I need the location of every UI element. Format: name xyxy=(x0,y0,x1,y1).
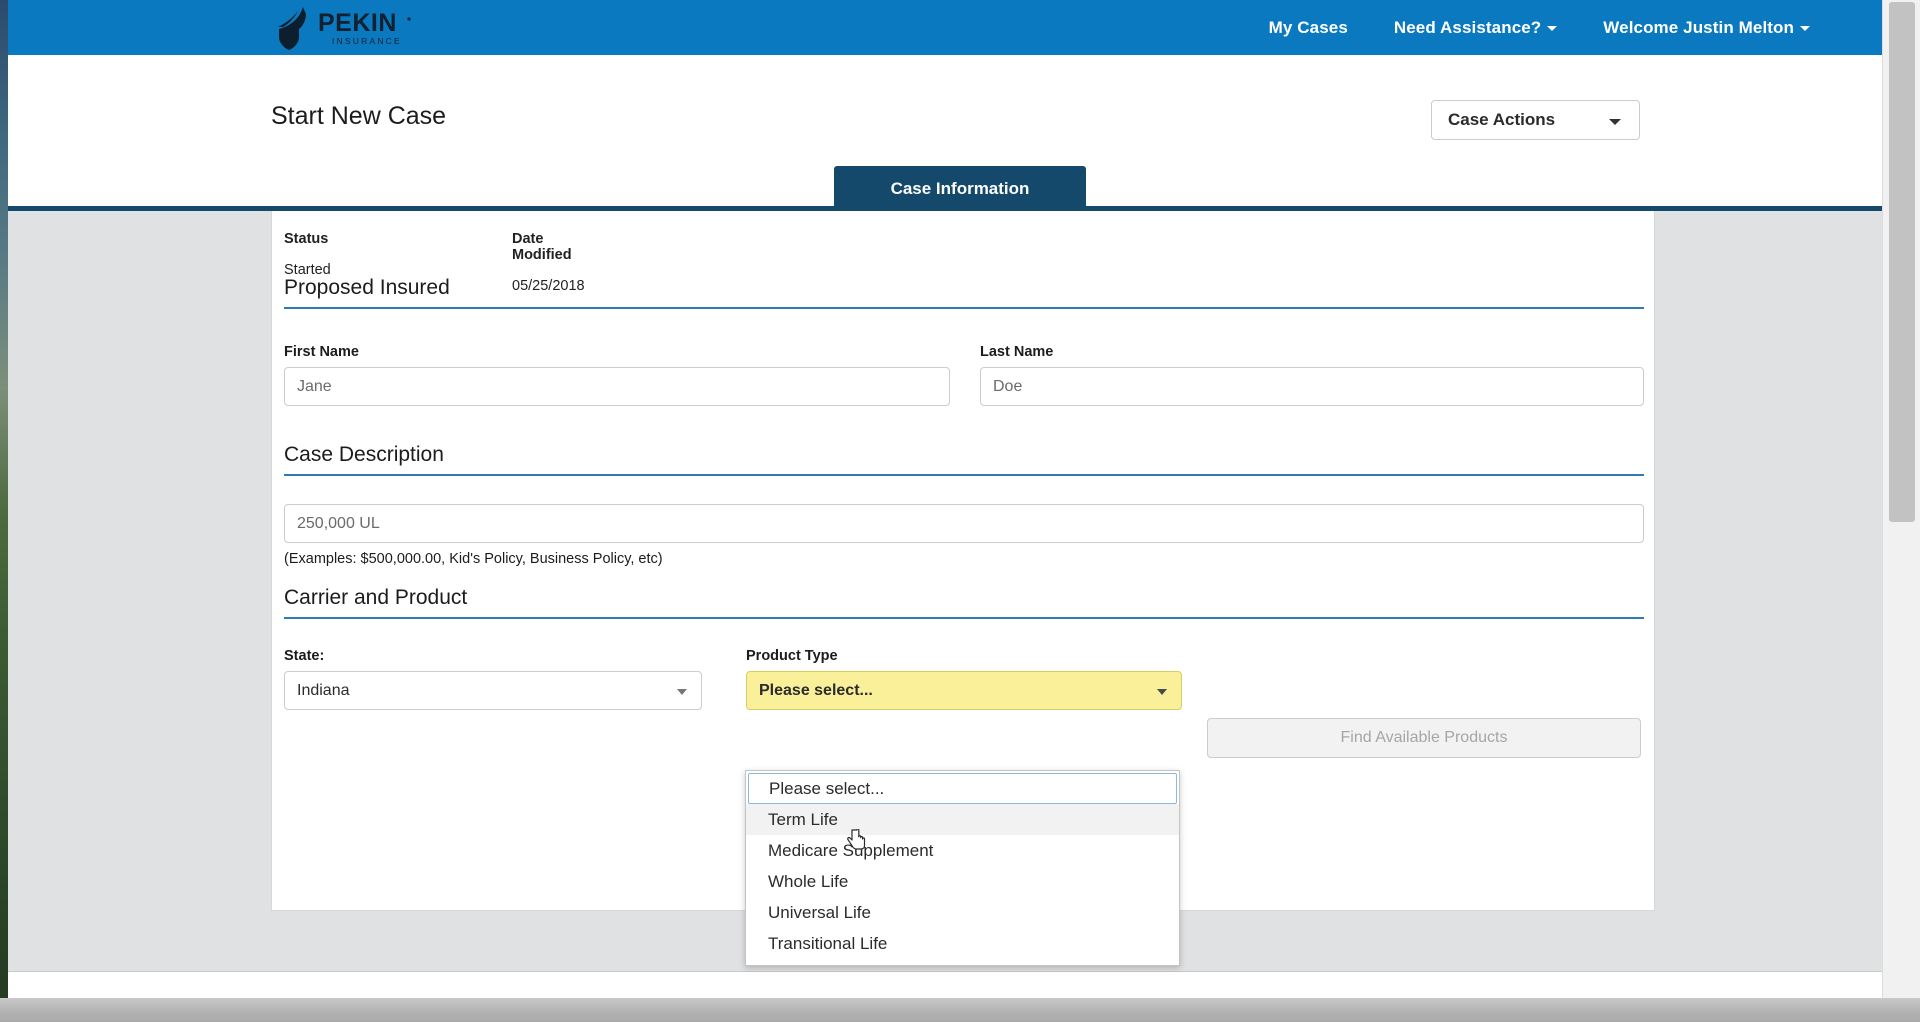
product-type-dropdown-list[interactable]: Please select... Term Life Medicare Supp… xyxy=(745,770,1180,966)
dropdown-option-whole-life[interactable]: Whole Life xyxy=(746,866,1179,897)
dropdown-option-medicare-supplement[interactable]: Medicare Supplement xyxy=(746,835,1179,866)
svg-text:INSURANCE: INSURANCE xyxy=(332,36,402,46)
svg-text:PEKIN: PEKIN xyxy=(318,9,397,37)
status-label: Status xyxy=(284,231,329,247)
chevron-down-icon xyxy=(677,689,687,695)
nav-my-cases-label: My Cases xyxy=(1268,17,1348,37)
page-title: Start New Case xyxy=(271,102,447,130)
state-select[interactable]: Indiana xyxy=(284,671,702,710)
case-actions-label: Case Actions xyxy=(1448,110,1556,129)
first-name-label: First Name xyxy=(284,344,359,360)
nav-user-menu[interactable]: Welcome Justin Melton xyxy=(1603,18,1810,38)
os-taskbar[interactable] xyxy=(0,998,1920,1022)
top-navigation: My Cases Need Assistance? Welcome Justin… xyxy=(1223,0,1882,55)
pekin-insurance-logo[interactable]: PEKIN INSURANCE xyxy=(270,3,430,53)
section-divider xyxy=(284,617,1644,619)
section-case-description: Case Description xyxy=(284,443,1644,476)
section-heading-case-description: Case Description xyxy=(284,443,444,466)
dropdown-option-term-life[interactable]: Term Life xyxy=(746,804,1179,835)
product-type-select[interactable]: Please select... xyxy=(746,671,1182,710)
state-label: State: xyxy=(284,648,325,664)
product-type-select-value: Please select... xyxy=(759,682,873,699)
case-description-input[interactable] xyxy=(284,504,1644,543)
browser-viewport: PEKIN INSURANCE My Cases Need Assistance… xyxy=(8,0,1920,1022)
section-divider xyxy=(284,307,1644,309)
scrollbar-thumb[interactable] xyxy=(1889,2,1915,522)
product-type-label: Product Type xyxy=(746,648,838,664)
vertical-scrollbar[interactable] xyxy=(1882,0,1920,998)
chevron-down-icon xyxy=(1609,119,1621,125)
state-select-value: Indiana xyxy=(297,682,350,699)
status-column: Status Started xyxy=(284,231,331,278)
last-name-input[interactable] xyxy=(980,367,1644,406)
dropdown-option-universal-life[interactable]: Universal Life xyxy=(746,897,1179,928)
first-name-input[interactable] xyxy=(284,367,950,406)
nav-user-menu-label: Welcome Justin Melton xyxy=(1603,17,1794,37)
case-actions-button[interactable]: Case Actions xyxy=(1431,100,1640,140)
nav-need-assistance[interactable]: Need Assistance? xyxy=(1393,17,1558,38)
brand-header-bar: PEKIN INSURANCE My Cases Need Assistance… xyxy=(8,0,1882,55)
nav-my-cases[interactable]: My Cases xyxy=(1269,18,1348,38)
section-heading-proposed-insured: Proposed Insured xyxy=(284,276,450,299)
tab-strip: Case Information xyxy=(8,166,1882,211)
section-divider xyxy=(284,474,1644,476)
last-name-label: Last Name xyxy=(980,344,1054,360)
chevron-down-icon xyxy=(1800,25,1810,31)
find-available-products-button[interactable]: Find Available Products xyxy=(1207,718,1641,758)
dropdown-option-please-select[interactable]: Please select... xyxy=(748,773,1177,804)
section-heading-carrier-product: Carrier and Product xyxy=(284,586,468,609)
case-description-help: (Examples: $500,000.00, Kid's Policy, Bu… xyxy=(284,551,663,567)
tab-case-information-label: Case Information xyxy=(890,178,1030,198)
section-proposed-insured: Proposed Insured xyxy=(284,276,1644,309)
tab-case-information[interactable]: Case Information xyxy=(834,166,1086,211)
dropdown-option-transitional-life[interactable]: Transitional Life xyxy=(746,928,1179,959)
browser-footer-strip xyxy=(8,972,1882,998)
date-modified-label: Date Modified xyxy=(512,231,572,263)
page-header: Start New Case Case Actions xyxy=(8,55,1882,166)
section-carrier-product: Carrier and Product xyxy=(284,586,1644,619)
chevron-down-icon xyxy=(1157,689,1167,695)
nav-need-assistance-label: Need Assistance? xyxy=(1393,17,1542,37)
chevron-down-icon xyxy=(1547,25,1558,31)
